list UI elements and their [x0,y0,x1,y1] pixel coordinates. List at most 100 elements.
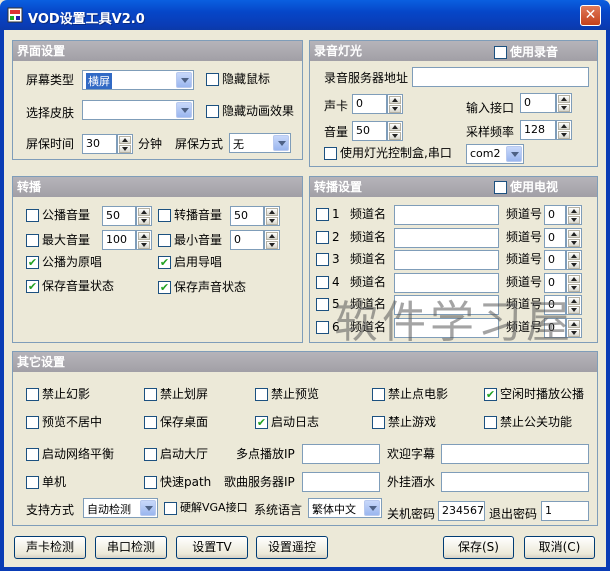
system-language-select[interactable]: 繁体中文 [308,498,382,518]
serial-test-button[interactable]: 串口检测 [95,536,167,559]
save-button[interactable]: 保存(S) [443,536,514,559]
no-game-checkbox[interactable] [372,416,385,429]
spin-down-icon[interactable] [568,238,580,247]
sound-card-test-button[interactable]: 声卡检测 [14,536,86,559]
spin-up-icon[interactable] [266,208,278,216]
public-volume-input[interactable]: 50 [102,206,136,226]
quick-path-checkbox[interactable] [144,476,157,489]
save-sound-state-checkbox[interactable]: ✔ [158,281,171,294]
relay-volume-checkbox[interactable] [158,209,171,222]
screen-type-select[interactable]: 横屏 [82,70,194,90]
external-wine-input[interactable] [441,472,589,492]
sample-rate-stepper[interactable] [556,120,572,140]
no-scroll-checkbox[interactable] [144,388,157,401]
relay-row-checkbox[interactable] [316,253,329,266]
spin-up-icon[interactable] [568,207,580,215]
saver-time-input[interactable]: 30 [82,134,117,154]
set-tv-button[interactable]: 设置TV [176,536,248,559]
support-mode-select[interactable]: 自动检测 [83,498,158,518]
start-hall-checkbox[interactable] [144,448,157,461]
save-desktop-checkbox[interactable] [144,416,157,429]
spin-up-icon[interactable] [138,232,150,240]
preview-off-center-checkbox[interactable] [26,416,39,429]
relay-row-checkbox[interactable] [316,275,329,289]
com-port-select[interactable]: com2 [466,144,524,164]
max-volume-checkbox[interactable] [26,234,39,247]
no-phantom-checkbox[interactable] [26,388,39,401]
no-public-func-checkbox[interactable] [484,416,497,429]
record-server-input[interactable] [412,67,589,87]
relay-volume-stepper[interactable] [264,206,280,226]
spin-up-icon[interactable] [558,95,570,103]
welcome-input[interactable] [441,444,589,464]
spin-down-icon[interactable] [568,216,580,224]
channel-number-input[interactable]: 0 [544,250,566,270]
chevron-down-icon[interactable] [176,72,192,88]
input-port-input[interactable]: 0 [520,93,556,113]
channel-name-input[interactable] [394,205,499,225]
net-balance-checkbox[interactable] [26,448,39,461]
relay-volume-input[interactable]: 50 [230,206,264,226]
channel-number-input[interactable]: 0 [544,227,566,248]
use-tv-checkbox[interactable] [494,181,507,194]
spin-up-icon[interactable] [568,229,580,238]
sound-card-stepper[interactable] [387,94,403,114]
standalone-checkbox[interactable] [26,476,39,489]
song-server-input[interactable] [302,472,380,492]
multi-ip-input[interactable] [302,444,380,464]
chevron-down-icon[interactable] [140,500,156,516]
light-box-checkbox[interactable] [324,147,337,160]
spin-down-icon[interactable] [138,217,150,225]
hide-animation-checkbox[interactable] [206,105,219,118]
max-volume-input[interactable]: 100 [102,230,136,250]
spin-up-icon[interactable] [389,96,401,104]
public-volume-checkbox[interactable] [26,209,39,222]
spin-up-icon[interactable] [119,136,131,144]
spin-down-icon[interactable] [389,105,401,113]
relay-row-checkbox[interactable] [316,230,329,244]
relay-row-checkbox[interactable] [316,298,329,311]
spin-up-icon[interactable] [568,252,580,260]
enable-log-checkbox[interactable]: ✔ [255,416,268,429]
spin-down-icon[interactable] [119,145,131,153]
channel-number-stepper[interactable] [566,250,582,270]
spin-down-icon[interactable] [568,261,580,269]
no-song-request-checkbox[interactable] [372,388,385,401]
sample-rate-input[interactable]: 128 [520,120,556,140]
channel-name-input[interactable] [394,227,499,248]
saver-time-stepper[interactable] [117,134,133,154]
max-volume-stepper[interactable] [136,230,152,250]
skin-select[interactable] [82,100,194,120]
min-volume-checkbox[interactable] [158,234,171,247]
spin-down-icon[interactable] [266,217,278,225]
idle-public-checkbox[interactable]: ✔ [484,388,497,401]
volume-stepper[interactable] [387,121,403,141]
public-original-checkbox[interactable]: ✔ [26,256,39,269]
spin-down-icon[interactable] [558,131,570,139]
channel-number-stepper[interactable] [566,205,582,225]
enable-guide-checkbox[interactable]: ✔ [158,256,171,269]
spin-up-icon[interactable] [568,274,580,283]
sound-card-input[interactable]: 0 [352,94,387,114]
spin-down-icon[interactable] [266,241,278,249]
chevron-down-icon[interactable] [364,500,380,516]
input-port-stepper[interactable] [556,93,572,113]
relay-row-checkbox[interactable] [316,208,329,221]
relay-row-checkbox[interactable] [316,320,329,334]
use-record-checkbox[interactable] [494,46,507,59]
volume-input[interactable]: 50 [352,121,387,141]
save-volume-state-checkbox[interactable]: ✔ [26,280,39,293]
set-remote-button[interactable]: 设置遥控 [256,536,328,559]
channel-number-input[interactable]: 0 [544,205,566,225]
hw-vga-checkbox[interactable] [164,502,177,515]
spin-up-icon[interactable] [138,208,150,216]
public-volume-stepper[interactable] [136,206,152,226]
spin-down-icon[interactable] [558,104,570,112]
close-icon[interactable]: ✕ [580,5,601,26]
spin-down-icon[interactable] [138,241,150,249]
spin-up-icon[interactable] [389,123,401,131]
shutdown-password-input[interactable]: 234567 [438,501,485,521]
channel-number-stepper[interactable] [566,227,582,248]
spin-up-icon[interactable] [266,232,278,240]
channel-name-input[interactable] [394,250,499,270]
